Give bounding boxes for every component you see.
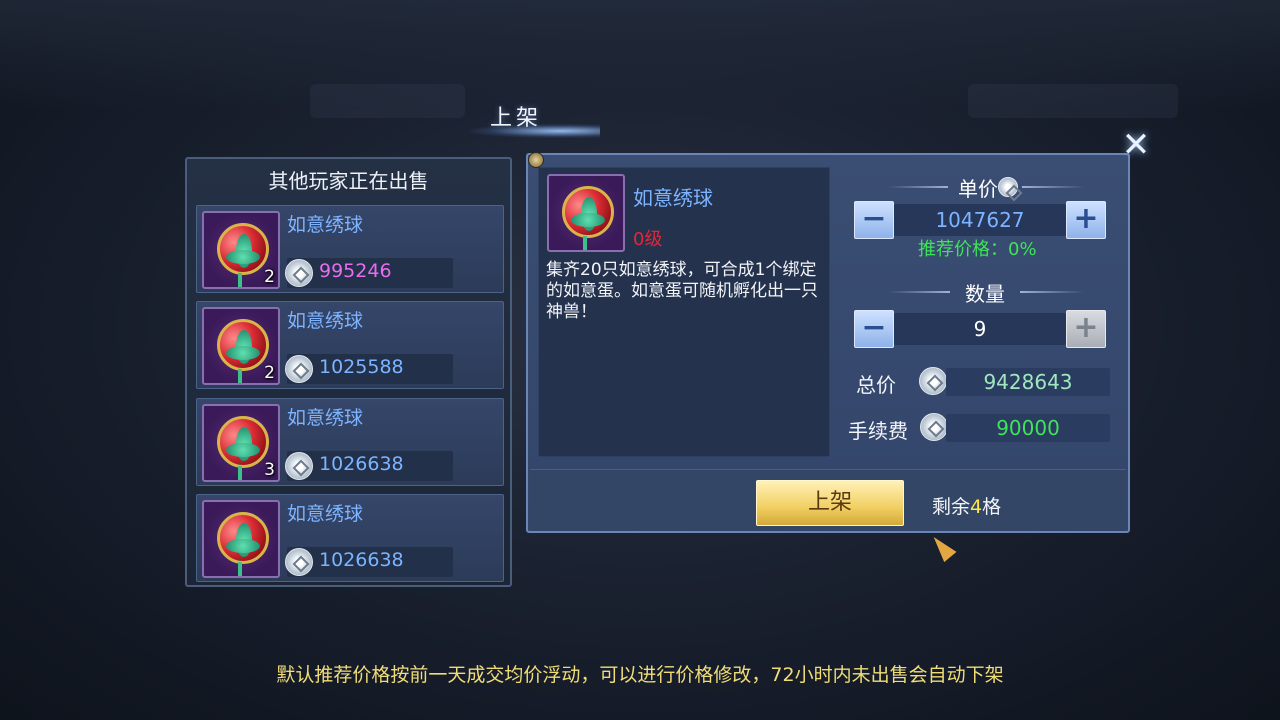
title-decoration [470, 124, 600, 138]
quantity-label: 数量 [965, 282, 1005, 306]
other-sellers-title: 其他玩家正在出售 [268, 169, 429, 193]
coin-icon [920, 413, 948, 441]
item-name: 如意绣球 [287, 214, 364, 236]
price-box: 1025588 [285, 354, 453, 384]
seller-list-item[interactable]: 如意绣球 1026638 [196, 494, 504, 582]
item-name: 如意绣球 [287, 407, 364, 429]
quantity-input[interactable]: 9 [894, 313, 1066, 345]
background-shape [968, 84, 1178, 118]
detail-item-name: 如意绣球 [633, 186, 713, 210]
coin-icon [998, 177, 1018, 197]
item-icon [202, 500, 280, 578]
item-count: 2 [264, 267, 275, 287]
unit-price-minus-button[interactable]: − [854, 201, 894, 239]
decor-line [1020, 291, 1084, 293]
total-price-label: 总价 [856, 373, 896, 397]
remaining-suffix: 格 [982, 496, 1002, 518]
recommended-price-text: 推荐价格：0% [918, 239, 1037, 260]
unit-price-label: 单价 [958, 177, 998, 201]
item-icon: 2 [202, 307, 280, 385]
background-shape [310, 84, 465, 118]
remaining-prefix: 剩余 [932, 496, 971, 518]
decor-line [1022, 186, 1084, 188]
item-detail-box: 如意绣球 0级 集齐20只如意绣球，可合成1个绑定的如意蛋。如意蛋可随机孵化出一… [538, 167, 830, 457]
detail-item-level: 0级 [633, 229, 663, 250]
item-price: 1025588 [319, 356, 404, 378]
item-price: 1026638 [319, 549, 404, 571]
seller-list-item[interactable]: 2 如意绣球 1025588 [196, 301, 504, 389]
price-box: 1026638 [285, 451, 453, 481]
item-count: 3 [264, 460, 275, 480]
coin-icon [919, 367, 947, 395]
decor-line [888, 186, 948, 188]
item-price: 1026638 [319, 453, 404, 475]
footer-note: 默认推荐价格按前一天成交均价浮动，可以进行价格修改，72小时内未出售会自动下架 [276, 664, 1004, 686]
fee-label: 手续费 [848, 419, 908, 443]
detail-item-description: 集齐20只如意绣球，可合成1个绑定的如意蛋。如意蛋可随机孵化出一只神兽！ [546, 260, 818, 322]
item-icon: 3 [202, 404, 280, 482]
item-icon: 2 [202, 211, 280, 289]
seller-list-item[interactable]: 2 如意绣球 995246 [196, 205, 504, 293]
remaining-slots: 剩余4格 [932, 492, 1001, 519]
price-box: 1026638 [285, 547, 453, 577]
quantity-plus-button[interactable]: + [1066, 310, 1106, 348]
price-box: 995246 [285, 258, 453, 288]
coin-icon [285, 452, 313, 480]
total-price-value: 9428643 [946, 368, 1110, 396]
decor-line [888, 291, 950, 293]
quantity-minus-button[interactable]: − [854, 310, 894, 348]
unit-price-plus-button[interactable]: + [1066, 201, 1106, 239]
close-icon[interactable]: ✕ [1118, 128, 1154, 164]
seller-list-item[interactable]: 3 如意绣球 1026638 [196, 398, 504, 486]
remaining-count: 4 [970, 496, 983, 518]
item-price: 995246 [319, 260, 392, 282]
item-count: 2 [264, 363, 275, 383]
list-item-button[interactable]: 上架 [756, 480, 904, 526]
cursor-icon [927, 531, 957, 563]
fee-value: 90000 [946, 414, 1110, 442]
detail-item-icon [547, 174, 625, 252]
pin-decoration [528, 152, 544, 168]
coin-icon [285, 259, 313, 287]
coin-icon [285, 548, 313, 576]
item-name: 如意绣球 [287, 503, 364, 525]
other-sellers-panel: 其他玩家正在出售 2 如意绣球 995246 2 如意绣球 1025588 3 … [185, 157, 512, 587]
listing-panel: 如意绣球 0级 集齐20只如意绣球，可合成1个绑定的如意蛋。如意蛋可随机孵化出一… [526, 153, 1130, 533]
action-bar: 上架 剩余4格 [530, 469, 1126, 529]
item-name: 如意绣球 [287, 310, 364, 332]
coin-icon [285, 355, 313, 383]
unit-price-input[interactable]: 1047627 [894, 204, 1066, 236]
